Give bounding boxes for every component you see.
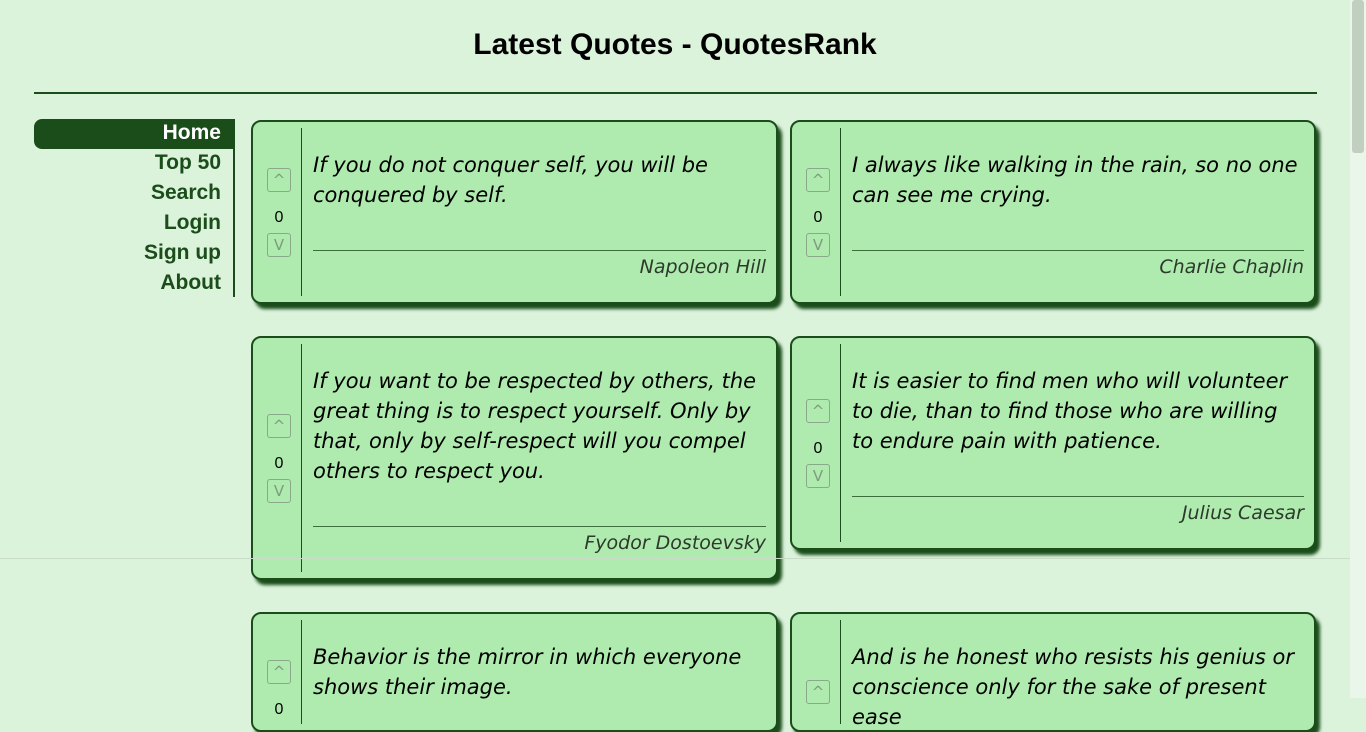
downvote-button[interactable]: V — [806, 464, 830, 488]
quote-text: And is he honest who resists his genius … — [852, 645, 1294, 729]
vote-count: 0 — [274, 701, 284, 718]
header-divider — [34, 92, 1317, 94]
quote-card: ^ 0 V If you do not conquer self, you wi… — [251, 120, 778, 304]
upvote-button[interactable]: ^ — [267, 168, 291, 192]
fold-divider — [0, 558, 1350, 559]
vote-panel: ^ 0 V — [800, 344, 841, 542]
quote-text: Behavior is the mirror in which everyone… — [313, 645, 742, 699]
vote-panel: ^ 0 V — [261, 128, 302, 296]
upvote-button[interactable]: ^ — [267, 660, 291, 684]
scrollbar-thumb[interactable] — [1352, 0, 1364, 153]
quote-text: I always like walking in the rain, so no… — [852, 153, 1298, 207]
upvote-button[interactable]: ^ — [806, 680, 830, 704]
nav-top-50[interactable]: Top 50 — [34, 149, 233, 179]
downvote-button[interactable]: V — [267, 479, 291, 503]
quote-author[interactable]: Charlie Chaplin — [852, 250, 1304, 280]
upvote-button[interactable]: ^ — [806, 399, 830, 423]
nav-search[interactable]: Search — [34, 179, 233, 209]
upvote-button[interactable]: ^ — [806, 168, 830, 192]
page-title: Latest Quotes - QuotesRank — [473, 28, 877, 61]
page: Latest Quotes - QuotesRank Home Top 50 S… — [0, 0, 1350, 732]
nav-about[interactable]: About — [34, 269, 233, 299]
nav-home[interactable]: Home — [34, 119, 233, 149]
quote-card: ^ 0 V If you want to be respected by oth… — [251, 336, 778, 580]
quote-text: If you do not conquer self, you will be … — [313, 153, 708, 207]
nav-sign-up[interactable]: Sign up — [34, 239, 233, 269]
quote-text: It is easier to find men who will volunt… — [852, 369, 1288, 453]
vote-panel: ^ 0 V — [261, 344, 302, 572]
nav-login[interactable]: Login — [34, 209, 233, 239]
vote-count: 0 — [274, 209, 284, 226]
vote-count: 0 — [274, 455, 284, 472]
quote-card: ^ 0 V I always like walking in the rain,… — [790, 120, 1316, 304]
downvote-button[interactable]: V — [267, 233, 291, 257]
quote-author[interactable]: Julius Caesar — [852, 496, 1304, 526]
vote-count: 0 — [813, 209, 823, 226]
vote-panel: ^ — [800, 620, 841, 724]
quote-text: If you want to be respected by others, t… — [313, 369, 757, 483]
downvote-button[interactable]: V — [806, 233, 830, 257]
vote-panel: ^ 0 V — [800, 128, 841, 296]
vote-count: 0 — [813, 440, 823, 457]
vote-panel: ^ 0 — [261, 620, 302, 724]
quote-card: ^ 0 V It is easier to find men who will … — [790, 336, 1316, 550]
upvote-button[interactable]: ^ — [267, 414, 291, 438]
scrollbar[interactable] — [1350, 0, 1366, 698]
quote-author[interactable]: Fyodor Dostoevsky — [313, 526, 766, 556]
quote-card: ^ 0 Behavior is the mirror in which ever… — [251, 612, 778, 732]
sidebar-nav: Home Top 50 Search Login Sign up About — [34, 119, 235, 297]
quote-card: ^ And is he honest who resists his geniu… — [790, 612, 1316, 732]
quote-author[interactable]: Napoleon Hill — [313, 250, 766, 280]
